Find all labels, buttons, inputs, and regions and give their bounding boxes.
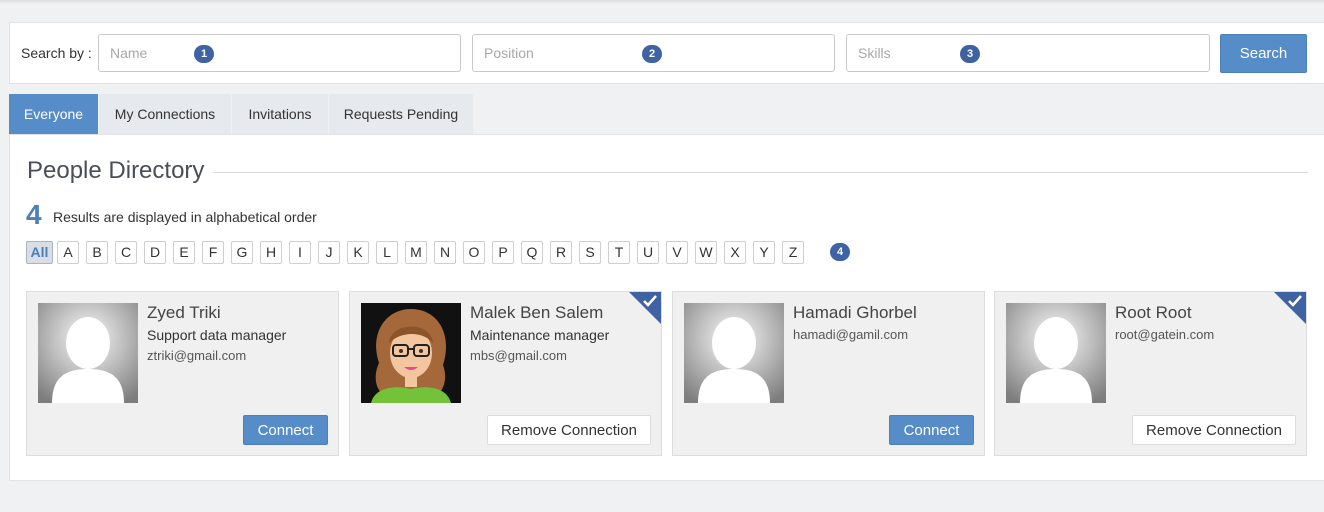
letter-filter-m[interactable]: M <box>405 241 427 264</box>
name-search-input[interactable] <box>98 34 461 72</box>
person-email: root@gatein.com <box>1115 327 1215 342</box>
people-directory-panel: People Directory 4 Results are displayed… <box>9 134 1324 481</box>
skills-search-input[interactable] <box>846 34 1210 72</box>
letter-filter-t[interactable]: T <box>608 241 630 264</box>
top-shadow <box>0 0 1324 4</box>
letter-filter-all[interactable]: All <box>26 241 53 264</box>
person-email: mbs@gmail.com <box>470 348 567 363</box>
letter-filter-y[interactable]: Y <box>753 241 775 264</box>
connected-check-icon <box>1274 292 1306 324</box>
person-name[interactable]: Root Root <box>1115 303 1192 323</box>
letter-filter-i[interactable]: I <box>289 241 311 264</box>
person-position: Support data manager <box>147 327 287 343</box>
letter-filter-u[interactable]: U <box>637 241 659 264</box>
letter-filter-j[interactable]: J <box>318 241 340 264</box>
letter-filter-w[interactable]: W <box>695 241 717 264</box>
tab-everyone[interactable]: Everyone <box>9 94 99 134</box>
letter-filter-o[interactable]: O <box>463 241 485 264</box>
name-badge: 1 <box>194 45 214 63</box>
skills-badge: 3 <box>960 45 980 63</box>
alphabet-badge: 4 <box>830 243 850 261</box>
person-position: Maintenance manager <box>470 327 610 343</box>
letter-filter-e[interactable]: E <box>173 241 195 264</box>
person-card: Root Root root@gatein.com Remove Connect… <box>994 291 1307 456</box>
letter-filter-c[interactable]: C <box>115 241 137 264</box>
letter-filter-x[interactable]: X <box>724 241 746 264</box>
letter-filter-v[interactable]: V <box>666 241 688 264</box>
default-avatar-icon[interactable] <box>684 303 784 403</box>
search-button[interactable]: Search <box>1220 34 1307 73</box>
letter-filter-z[interactable]: Z <box>782 241 804 264</box>
connect-button[interactable]: Connect <box>889 415 974 445</box>
connected-check-icon <box>629 292 661 324</box>
tab-my-connections[interactable]: My Connections <box>99 94 232 134</box>
letter-filter-a[interactable]: A <box>57 241 79 264</box>
connect-button[interactable]: Connect <box>243 415 328 445</box>
title-divider <box>213 172 1308 173</box>
letter-filter-b[interactable]: B <box>86 241 108 264</box>
letter-filter-k[interactable]: K <box>347 241 369 264</box>
letter-filter-p[interactable]: P <box>492 241 514 264</box>
search-by-label: Search by : <box>21 45 92 61</box>
person-card: Zyed Triki Support data manager ztriki@g… <box>26 291 339 456</box>
person-name[interactable]: Hamadi Ghorbel <box>793 303 917 323</box>
cartoon-woman-avatar[interactable] <box>361 303 461 403</box>
person-card: Hamadi Ghorbel hamadi@gamil.com Connect <box>672 291 985 456</box>
letter-filter-n[interactable]: N <box>434 241 456 264</box>
letter-filter-h[interactable]: H <box>260 241 282 264</box>
person-name[interactable]: Zyed Triki <box>147 303 221 323</box>
search-bar: Search by : 1 2 3 Search <box>9 22 1324 84</box>
remove-connection-button[interactable]: Remove Connection <box>1132 415 1296 445</box>
letter-filter-g[interactable]: G <box>231 241 253 264</box>
position-badge: 2 <box>642 45 662 63</box>
person-email: hamadi@gamil.com <box>793 327 909 342</box>
remove-connection-button[interactable]: Remove Connection <box>487 415 651 445</box>
letter-filter-l[interactable]: L <box>376 241 398 264</box>
letter-filter-q[interactable]: Q <box>521 241 543 264</box>
letter-filter-s[interactable]: S <box>579 241 601 264</box>
tab-requests-pending[interactable]: Requests Pending <box>329 94 474 134</box>
tab-invitations[interactable]: Invitations <box>232 94 329 134</box>
person-email: ztriki@gmail.com <box>147 348 247 363</box>
letter-filter-f[interactable]: F <box>202 241 224 264</box>
person-name[interactable]: Malek Ben Salem <box>470 303 603 323</box>
letter-filter-d[interactable]: D <box>144 241 166 264</box>
result-description: Results are displayed in alphabetical or… <box>53 209 317 225</box>
page-title: People Directory <box>27 157 205 184</box>
default-avatar-icon[interactable] <box>38 303 138 403</box>
result-count: 4 <box>26 199 42 230</box>
person-card: Malek Ben Salem Maintenance manager mbs@… <box>349 291 662 456</box>
default-avatar-icon[interactable] <box>1006 303 1106 403</box>
letter-filter-r[interactable]: R <box>550 241 572 264</box>
